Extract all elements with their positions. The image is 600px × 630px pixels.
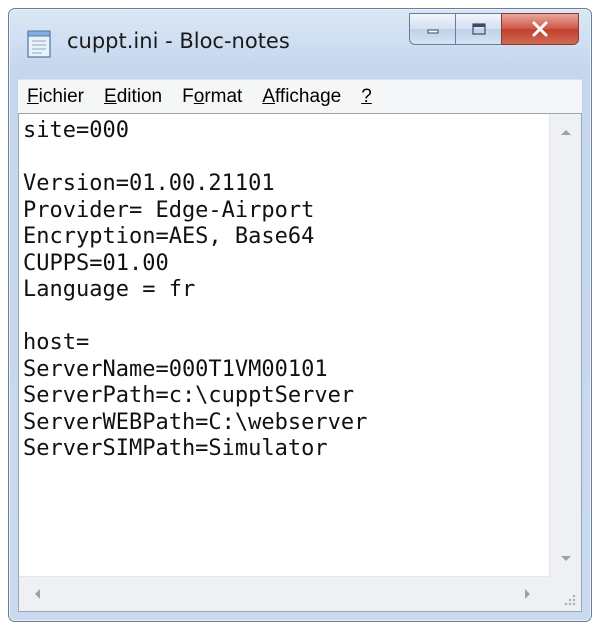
close-icon bbox=[532, 21, 548, 37]
menu-help[interactable]: ? bbox=[361, 86, 372, 108]
text-line: Encryption=AES, Base64 bbox=[23, 224, 315, 249]
minimize-icon bbox=[427, 29, 438, 34]
text-line: ServerWEBPath=C:\webserver bbox=[23, 409, 368, 435]
notepad-window: cuppt.ini - Bloc-notes Fichier Edition F… bbox=[8, 8, 592, 622]
maximize-icon bbox=[471, 23, 486, 35]
title-bar[interactable]: cuppt.ini - Bloc-notes bbox=[9, 9, 591, 69]
menu-fichier[interactable]: Fichier bbox=[27, 86, 84, 108]
text-line: site=000 bbox=[23, 118, 129, 143]
text-line: host= bbox=[23, 330, 90, 355]
notepad-icon bbox=[27, 30, 51, 58]
resize-corner[interactable] bbox=[550, 577, 581, 611]
text-line: CUPPS=01.00 bbox=[23, 250, 169, 276]
menu-affichage[interactable]: Affichage bbox=[262, 86, 341, 108]
maximize-button[interactable] bbox=[455, 13, 501, 45]
text-line bbox=[23, 145, 549, 172]
text-line: Provider= Edge-Airport bbox=[23, 197, 315, 223]
scroll-up-icon[interactable] bbox=[561, 130, 571, 135]
text-line bbox=[23, 304, 549, 331]
text-line: Language = fr bbox=[23, 277, 196, 302]
vertical-scrollbar[interactable] bbox=[549, 114, 581, 577]
menu-edition[interactable]: Edition bbox=[104, 86, 162, 108]
resize-grip-icon bbox=[564, 594, 576, 606]
text-editor[interactable]: site=000 Version=01.00.21101 Provider= Ed… bbox=[18, 113, 582, 612]
text-line: ServerName=000T1VM00101 bbox=[23, 356, 328, 382]
text-line: ServerSIMPath=Simulator bbox=[23, 436, 328, 461]
editor-text[interactable]: site=000 Version=01.00.21101 Provider= Ed… bbox=[23, 118, 549, 575]
caption-buttons bbox=[409, 13, 579, 47]
scroll-down-icon[interactable] bbox=[561, 556, 571, 561]
scroll-right-icon[interactable] bbox=[525, 589, 530, 599]
menu-format[interactable]: Format bbox=[182, 86, 242, 108]
close-button[interactable] bbox=[501, 13, 579, 45]
horizontal-scrollbar[interactable] bbox=[19, 576, 550, 611]
minimize-button[interactable] bbox=[409, 13, 455, 45]
window-title: cuppt.ini - Bloc-notes bbox=[67, 29, 290, 53]
text-line: Version=01.00.21101 bbox=[23, 171, 275, 196]
scroll-left-icon[interactable] bbox=[35, 589, 40, 599]
menu-bar: Fichier Edition Format Affichage ? bbox=[18, 79, 582, 114]
text-line: ServerPath=c:\cupptServer bbox=[23, 383, 355, 408]
